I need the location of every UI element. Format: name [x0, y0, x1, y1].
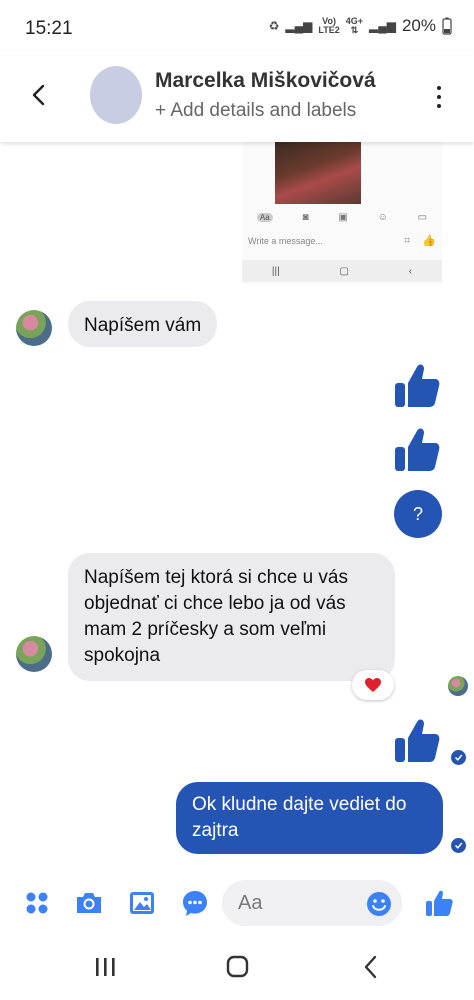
battery-percent: 20%	[401, 16, 436, 35]
signal-icon: ▂▄▆	[285, 19, 313, 33]
status-time: 15:21	[25, 18, 73, 39]
message-incoming[interactable]: Napíšem vám	[68, 301, 218, 347]
sticker-icon: ▭	[417, 211, 428, 223]
contact-avatar-small[interactable]	[16, 310, 52, 346]
message-outgoing-question[interactable]: ?	[394, 490, 442, 538]
battery-icon	[442, 17, 452, 35]
notification-icon: ♻	[268, 19, 280, 33]
back-icon[interactable]	[356, 954, 386, 980]
thumbs-up-icon[interactable]	[393, 425, 441, 473]
contact-avatar-small[interactable]	[16, 636, 52, 672]
shared-image-input-icons: ⌗ 👍	[404, 234, 436, 248]
system-nav-bar	[0, 934, 474, 1000]
delivered-check-icon	[451, 750, 466, 765]
shared-image-toolbar: Aa ◙ ▣ ☺ ▭	[242, 208, 442, 226]
image-icon: ▣	[338, 211, 348, 223]
gallery-icon: ⌗	[404, 235, 411, 247]
message-outgoing[interactable]: Ok kludne dajte vediet do zajtra	[176, 782, 443, 854]
back-icon: ‹	[408, 265, 413, 277]
thumbs-up-icon[interactable]	[393, 716, 441, 764]
shared-image-navbar: ||| ▢ ‹	[242, 260, 442, 282]
contact-name[interactable]: Marcelka Miškovičová	[155, 69, 376, 93]
home-icon: ▢	[339, 265, 349, 277]
signal-icon-2: ▂▄▆	[369, 19, 396, 33]
add-details-link[interactable]: + Add details and labels	[155, 100, 356, 122]
gallery-icon[interactable]	[127, 888, 157, 918]
shared-image-aa: Aa	[256, 212, 273, 222]
thumbs-up-icon[interactable]	[393, 361, 441, 409]
conversation-header: Marcelka Miškovičová + Add details and l…	[0, 56, 474, 142]
emoji-icon[interactable]	[366, 891, 392, 917]
recent-apps-icon[interactable]	[90, 954, 120, 980]
emoji-icon: ☺	[377, 211, 388, 223]
apps-grid-icon[interactable]	[22, 888, 52, 918]
back-arrow-icon[interactable]	[24, 80, 54, 110]
status-bar: 15:21 ♻ ▂▄▆ Vo) LTE2 4G+ ⇅ ▂▄▆ 20%	[0, 0, 474, 56]
recents-icon: |||	[271, 265, 280, 277]
camera-icon: ◙	[302, 211, 309, 223]
home-icon[interactable]	[222, 954, 252, 980]
shared-image-photo	[275, 142, 361, 204]
heart-reaction[interactable]	[352, 670, 394, 700]
camera-icon[interactable]	[74, 888, 104, 918]
contact-avatar[interactable]	[90, 66, 142, 124]
send-like-icon[interactable]	[424, 888, 454, 918]
more-options-icon[interactable]	[432, 82, 446, 112]
chat-bubble-icon[interactable]	[180, 888, 210, 918]
message-incoming[interactable]: Napíšem tej ktorá si chce u vás objednať…	[68, 553, 395, 681]
thumbs-up-icon: 👍	[422, 235, 436, 247]
shared-image[interactable]: Aa ◙ ▣ ☺ ▭ Write a message... ⌗ 👍 ||| ▢ ‹	[242, 142, 442, 284]
shared-image-input: Write a message...	[248, 236, 323, 246]
volte-indicator: Vo) LTE2	[318, 16, 340, 35]
composer-bar: Aa	[0, 872, 474, 934]
seen-avatar	[448, 676, 468, 696]
status-icons: ♻ ▂▄▆ Vo) LTE2 4G+ ⇅ ▂▄▆ 20%	[269, 16, 452, 36]
heart-icon	[365, 678, 381, 692]
data-indicator: 4G+ ⇅	[345, 16, 363, 35]
delivered-check-icon	[451, 838, 466, 853]
